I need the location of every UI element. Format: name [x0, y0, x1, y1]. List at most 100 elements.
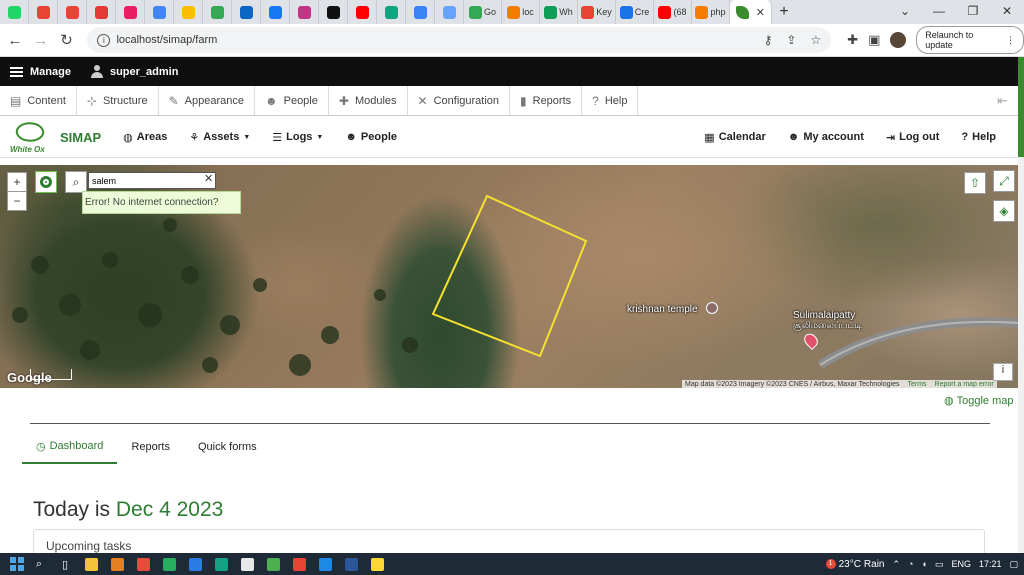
taskbar-app-icon[interactable]: [210, 553, 232, 575]
report-error-link[interactable]: Report a map error: [935, 380, 994, 389]
browser-tab[interactable]: [348, 0, 377, 24]
admin-menu-people[interactable]: ☻ People: [255, 86, 329, 115]
minimize-icon[interactable]: —: [922, 0, 956, 24]
browser-tab[interactable]: [29, 0, 58, 24]
nav-calendar[interactable]: ▦ Calendar: [704, 131, 765, 144]
map-info-button[interactable]: i: [993, 363, 1013, 381]
taskbar-app-icon[interactable]: [106, 553, 128, 575]
admin-menu-modules[interactable]: ✚ Modules: [329, 86, 408, 115]
geolocate-button[interactable]: [35, 171, 57, 193]
taskbar-app-icon[interactable]: [184, 553, 206, 575]
taskbar-app-icon[interactable]: [236, 553, 258, 575]
taskbar-app-icon[interactable]: [262, 553, 284, 575]
user-menu[interactable]: super_admin: [81, 65, 188, 78]
nav-my-account[interactable]: ☻ My account: [788, 131, 864, 144]
taskbar-app-icon[interactable]: [80, 553, 102, 575]
profile-avatar[interactable]: [890, 32, 907, 48]
nav-help[interactable]: ? Help: [961, 131, 996, 144]
browser-tab[interactable]: [145, 0, 174, 24]
admin-menu-help[interactable]: ? Help: [582, 86, 639, 115]
browser-tab[interactable]: [290, 0, 319, 24]
reload-icon[interactable]: ↻: [56, 31, 78, 49]
browser-tab[interactable]: Key: [578, 0, 616, 24]
admin-menu-configuration[interactable]: ✕ Configuration: [408, 86, 511, 115]
browser-tab[interactable]: Cre: [616, 0, 654, 24]
back-icon[interactable]: ←: [4, 32, 26, 49]
windows-start-icon[interactable]: [10, 557, 24, 571]
tab-reports[interactable]: Reports: [117, 430, 184, 464]
manage-button[interactable]: Manage: [0, 66, 81, 78]
nav-log-out[interactable]: ⇥ Log out: [886, 131, 940, 144]
relaunch-button[interactable]: Relaunch to update ⋮: [916, 26, 1024, 54]
weather-widget[interactable]: 1 23°C Rain: [825, 559, 885, 570]
clock[interactable]: 17:21: [979, 559, 1002, 569]
page-scrollbar[interactable]: [1018, 57, 1024, 553]
farm-boundary-polygon[interactable]: [431, 194, 588, 358]
browser-tab[interactable]: [377, 0, 406, 24]
close-tab-icon[interactable]: ✕: [756, 6, 765, 19]
layer-switcher-button[interactable]: ◈: [993, 200, 1015, 222]
site-brand[interactable]: SIMAP: [60, 130, 101, 145]
search-taskbar-icon[interactable]: ⌕: [28, 553, 50, 575]
taskbar-app-icon[interactable]: [132, 553, 154, 575]
nav-assets[interactable]: ⚘ Assets ▼: [189, 131, 250, 144]
new-tab-button[interactable]: +: [772, 3, 796, 21]
zoom-out-button[interactable]: −: [7, 191, 27, 211]
browser-tab[interactable]: php: [692, 0, 730, 24]
fullscreen-button[interactable]: ⤢: [993, 170, 1015, 192]
collapse-tray-icon[interactable]: ⇤: [987, 86, 1018, 115]
admin-menu-structure[interactable]: ⊹ Structure: [77, 86, 159, 115]
browser-tab[interactable]: [174, 0, 203, 24]
notifications-icon[interactable]: ▢: [1009, 559, 1018, 570]
site-info-icon[interactable]: i: [97, 33, 111, 47]
forward-icon[interactable]: →: [30, 32, 52, 49]
browser-tab[interactable]: [406, 0, 435, 24]
temple-poi-icon[interactable]: [706, 302, 718, 314]
bookmark-star-icon[interactable]: ☆: [810, 33, 821, 47]
tab-search-icon[interactable]: ⌄: [888, 0, 922, 24]
admin-menu-reports[interactable]: ▮ Reports: [510, 86, 583, 115]
search-toggle-button[interactable]: ⌕: [65, 171, 87, 193]
active-tab[interactable]: ✕: [730, 0, 772, 24]
language-indicator[interactable]: ENG: [951, 559, 971, 569]
browser-tab[interactable]: [0, 0, 29, 24]
share-icon[interactable]: ⇪: [786, 33, 796, 47]
taskbar-app-icon[interactable]: [158, 553, 180, 575]
browser-tab[interactable]: (68: [654, 0, 692, 24]
browser-tab[interactable]: [58, 0, 87, 24]
nav-people[interactable]: ☻ People: [345, 131, 397, 144]
battery-icon[interactable]: ▭: [935, 559, 944, 570]
upload-kml-button[interactable]: ⇧: [964, 172, 986, 194]
site-logo[interactable]: White Ox: [10, 119, 56, 154]
clear-search-icon[interactable]: ✕: [204, 172, 213, 185]
taskbar-app-icon[interactable]: [366, 553, 388, 575]
nav-areas[interactable]: ◍ Areas: [123, 131, 167, 144]
nav-logs[interactable]: ☰ Logs ▼: [272, 131, 323, 144]
browser-tab[interactable]: [203, 0, 232, 24]
browser-tab[interactable]: [319, 0, 348, 24]
terms-link[interactable]: Terms: [907, 380, 926, 389]
chevron-up-icon[interactable]: ⌃: [893, 559, 901, 570]
tab-dashboard[interactable]: ◷ Dashboard: [22, 430, 118, 464]
taskbar-app-icon[interactable]: [288, 553, 310, 575]
volume-icon[interactable]: ◖: [921, 559, 926, 569]
zoom-in-button[interactable]: +: [7, 172, 27, 192]
browser-tab[interactable]: [116, 0, 145, 24]
browser-tab[interactable]: loc: [502, 0, 540, 24]
key-icon[interactable]: ⚷: [764, 33, 773, 47]
browser-tab[interactable]: Go: [464, 0, 502, 24]
taskbar-app-icon[interactable]: [340, 553, 362, 575]
admin-menu-appearance[interactable]: ✎ Appearance: [159, 86, 255, 115]
admin-menu-content[interactable]: ▤ Content: [0, 86, 77, 115]
side-panel-icon[interactable]: ▣: [868, 32, 880, 48]
browser-tab[interactable]: Wh: [540, 0, 578, 24]
map-search-input[interactable]: [88, 172, 216, 189]
restore-icon[interactable]: ❐: [956, 0, 990, 24]
tab-quick-forms[interactable]: Quick forms: [184, 430, 271, 464]
toggle-map-link[interactable]: ◍ Toggle map: [944, 394, 1013, 408]
taskbar-app-icon[interactable]: [314, 553, 336, 575]
task-view-icon[interactable]: ▯: [54, 553, 76, 575]
close-window-icon[interactable]: ✕: [990, 0, 1024, 24]
browser-tab[interactable]: [232, 0, 261, 24]
scrollbar-thumb[interactable]: [1018, 57, 1024, 157]
